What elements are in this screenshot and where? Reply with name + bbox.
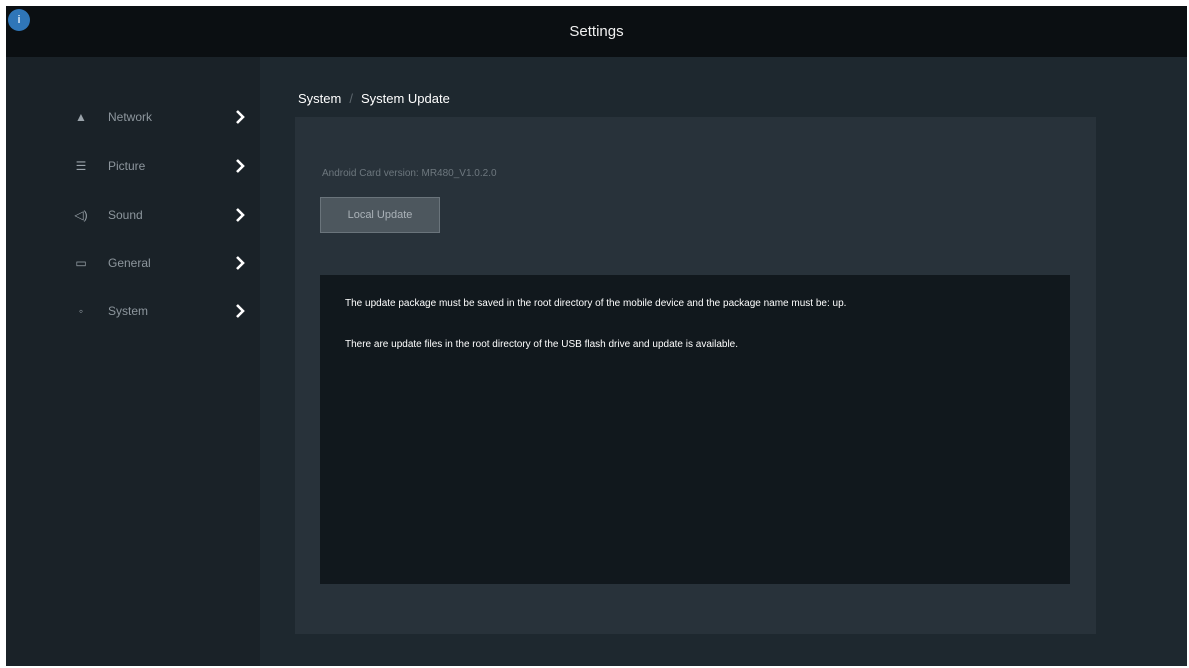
sidebar-item-label: General: [108, 256, 151, 270]
settings-screen: i Settings ▲ Network ☰ Picture ◁) Sound …: [6, 6, 1187, 666]
chevron-right-icon: [236, 110, 245, 124]
wifi-icon: ▲: [75, 110, 87, 124]
sidebar-item-general[interactable]: ▭ General: [74, 254, 249, 274]
sidebar-item-label: Sound: [108, 208, 143, 222]
version-text: Android Card version: MR480_V1.0.2.0: [322, 168, 497, 179]
sidebar-item-system[interactable]: ◦ System: [74, 302, 249, 322]
main-content: System / System Update Android Card versio…: [260, 57, 1187, 666]
sidebar-item-label: Network: [108, 110, 153, 124]
sidebar-item-picture[interactable]: ☰ Picture: [74, 157, 249, 177]
sidebar-item-label: Picture: [108, 159, 146, 173]
sidebar-item-sound[interactable]: ◁) Sound: [74, 206, 249, 226]
breadcrumb: System / System Update: [298, 91, 450, 106]
breadcrumb-separator: /: [349, 91, 353, 106]
chevron-right-icon: [236, 256, 245, 270]
update-message: There are update files in the root direc…: [345, 339, 739, 350]
system-icon: ◦: [78, 304, 84, 318]
picture-icon: ☰: [75, 159, 87, 173]
local-update-button[interactable]: Local Update: [320, 197, 440, 233]
breadcrumb-current: System Update: [360, 91, 450, 106]
sidebar: ▲ Network ☰ Picture ◁) Sound ▭ General ◦…: [6, 57, 260, 666]
title-bar: i Settings: [6, 6, 1187, 57]
chevron-right-icon: [236, 159, 245, 173]
chevron-right-icon: [236, 208, 245, 222]
update-message-box: The update package must be saved in the …: [320, 275, 1070, 584]
page-title: Settings: [569, 23, 624, 40]
chevron-right-icon: [236, 304, 245, 318]
sidebar-item-network[interactable]: ▲ Network: [74, 108, 249, 128]
sidebar-item-label: System: [108, 304, 149, 318]
general-icon: ▭: [75, 256, 87, 270]
breadcrumb-parent[interactable]: System: [298, 91, 341, 106]
update-message: The update package must be saved in the …: [345, 298, 847, 309]
speaker-icon: ◁): [74, 208, 88, 222]
system-update-panel: Android Card version: MR480_V1.0.2.0 Loc…: [295, 117, 1096, 634]
